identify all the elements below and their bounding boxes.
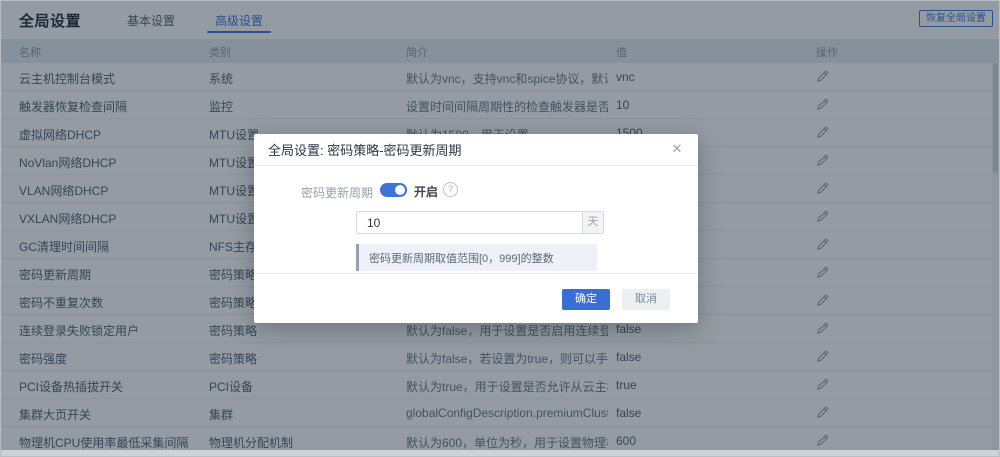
password-update-period-dialog: 全局设置: 密码策略-密码更新周期 ✕ 密码更新周期 开启 ? 天 密码更新周期… xyxy=(254,134,698,323)
cancel-button[interactable]: 取消 xyxy=(622,289,670,310)
password-period-toggle[interactable] xyxy=(380,183,407,197)
hint-text: 密码更新周期取值范围[0，999]的整数 xyxy=(369,252,554,265)
unit-addon: 天 xyxy=(582,211,604,234)
dialog-body: 密码更新周期 开启 ? 天 密码更新周期取值范围[0，999]的整数 xyxy=(254,166,698,274)
close-icon[interactable]: ✕ xyxy=(668,140,686,158)
window-bottom-edge xyxy=(1,450,999,456)
dialog-header: 全局设置: 密码策略-密码更新周期 ✕ xyxy=(254,134,698,166)
period-input-group: 天 xyxy=(356,211,604,234)
dialog-title: 全局设置: 密码策略-密码更新周期 xyxy=(268,143,462,158)
help-icon[interactable]: ? xyxy=(443,182,458,197)
field-label: 密码更新周期 xyxy=(300,186,373,200)
global-settings-window: 全局设置 基本设置 高级设置 恢复全局设置 名称 类别 简介 值 操作 云主机控… xyxy=(0,0,1000,457)
dialog-footer: 确定 取消 xyxy=(254,273,698,323)
toggle-field-row: 密码更新周期 开启 ? xyxy=(254,182,698,200)
hint-box: 密码更新周期取值范围[0，999]的整数 xyxy=(356,244,597,271)
confirm-button[interactable]: 确定 xyxy=(562,289,610,310)
period-value-input[interactable] xyxy=(356,211,582,234)
toggle-state-label: 开启 xyxy=(414,185,439,199)
